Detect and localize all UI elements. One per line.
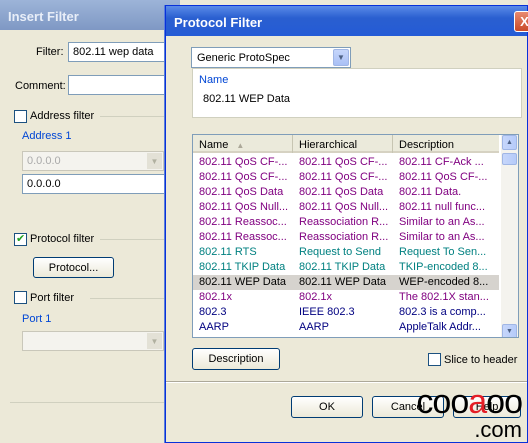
close-icon[interactable]: X [514, 11, 528, 32]
description-button[interactable]: Description [192, 348, 280, 370]
protocol-filter-dialog: Protocol Filter X Generic ProtoSpec ▼ Na… [165, 5, 528, 443]
comment-label: Comment: [15, 80, 66, 92]
cell-description: The 802.1X stan... [399, 291, 489, 303]
cell-hierarchical: 802.11 QoS Data [299, 186, 384, 198]
cell-hierarchical: 802.11 WEP Data [299, 276, 387, 288]
column-name-header[interactable]: Name ▲ [193, 135, 293, 153]
watermark-line2: .com [474, 417, 522, 442]
bottom-divider [10, 402, 180, 403]
address1-input[interactable]: 0.0.0.0 [22, 174, 172, 194]
table-row[interactable]: 802.1x 802.1x The 802.1X stan... [193, 290, 499, 305]
cell-hierarchical: 802.1x [299, 291, 333, 303]
cell-name: 802.11 TKIP Data [199, 261, 286, 273]
cell-hierarchical: IEEE 802.3 [299, 306, 355, 318]
address1-label: Address 1 [22, 130, 72, 142]
name-value: 802.11 WEP Data [203, 93, 291, 105]
insert-filter-dialog: Insert Filter Filter: 802.11 wep data Co… [0, 0, 180, 443]
filter-label: Filter: [36, 46, 64, 58]
column-name-label: Name [199, 139, 229, 151]
cell-name: 802.11 QoS Data [199, 186, 284, 198]
cell-name: AARP [199, 321, 229, 333]
cell-hierarchical: AARP [299, 321, 329, 333]
cell-hierarchical: 802.11 TKIP Data [299, 261, 386, 273]
table-row[interactable]: 802.11 QoS Null... 802.11 QoS Null... 802.… [193, 200, 499, 215]
address1-select-value: 0.0.0.0 [27, 155, 61, 167]
cell-hierarchical: 802.11 QoS Null... [299, 201, 389, 213]
port-filter-checkbox[interactable] [14, 291, 27, 304]
protocol-filter-titlebar: Protocol Filter [166, 6, 527, 36]
table-row-selected[interactable]: 802.11 WEP Data 802.11 WEP Data WEP-encode… [193, 275, 499, 290]
table-row[interactable]: AARP AARP AppleTalk Addr... [193, 320, 499, 335]
sort-ascending-icon: ▲ [236, 141, 245, 150]
table-row[interactable]: 802.11 QoS Data 802.11 QoS Data 802.11 Dat… [193, 185, 499, 200]
cell-description: Similar to an As... [399, 216, 485, 228]
chevron-down-icon: ▼ [147, 153, 162, 169]
cell-description: WEP-encoded 8... [399, 276, 489, 288]
table-row[interactable]: 802.11 Reassoc... Reassociation R... Simil… [193, 215, 499, 230]
scroll-thumb[interactable] [502, 153, 517, 165]
protocol-filter-title: Protocol Filter [174, 15, 263, 30]
address-filter-label: Address filter [30, 110, 95, 122]
cell-name: 802.3 [199, 306, 227, 318]
cell-name: 802.11 RTS [199, 246, 257, 258]
cell-name: 802.11 Reassoc... [199, 216, 287, 228]
port1-label: Port 1 [22, 313, 52, 325]
chevron-down-icon: ▼ [147, 333, 162, 349]
slice-to-header-label: Slice to header [444, 354, 518, 366]
table-row[interactable]: 802.11 Reassoc... Reassociation R... Simil… [193, 230, 499, 245]
cell-name: 802.11 QoS CF-... [199, 171, 288, 183]
protocol-button[interactable]: Protocol... [33, 257, 114, 278]
port1-select: ▼ [22, 331, 164, 351]
protocol-list-header: Name ▲ Hierarchical Description [193, 135, 499, 153]
cell-description: TKIP-encoded 8... [399, 261, 488, 273]
name-label: Name [199, 74, 229, 86]
table-row[interactable]: 802.11 QoS CF-... 802.11 QoS CF-... 802.11… [193, 155, 499, 170]
cell-description: 802.11 QoS CF-... [399, 171, 488, 183]
scroll-up-icon[interactable]: ▲ [502, 135, 517, 150]
comment-input[interactable] [68, 75, 178, 95]
protocol-filter-label: Protocol filter [30, 233, 95, 245]
cell-name: 802.11 QoS Null... [199, 201, 289, 213]
cell-description: AppleTalk Addr... [399, 321, 481, 333]
slice-to-header-checkbox[interactable] [428, 353, 441, 366]
address-filter-checkbox[interactable] [14, 110, 27, 123]
cell-hierarchical: 802.11 QoS CF-... [299, 171, 388, 183]
name-display: Name 802.11 WEP Data [192, 68, 522, 118]
cell-hierarchical: Request to Send [299, 246, 381, 258]
cell-description: 802.11 Data. [399, 186, 462, 198]
address1-select: 0.0.0.0 ▼ [22, 151, 164, 171]
list-scrollbar[interactable]: ▲ ▼ [501, 135, 518, 337]
cell-name: 802.1x [199, 291, 233, 303]
filter-name-input[interactable]: 802.11 wep data [68, 42, 178, 62]
chevron-down-icon[interactable]: ▼ [333, 49, 349, 66]
scroll-down-icon[interactable]: ▼ [502, 324, 517, 337]
column-description-header[interactable]: Description [393, 135, 499, 153]
protospec-select[interactable]: Generic ProtoSpec ▼ [191, 47, 351, 68]
cell-description: Request To Sen... [399, 246, 487, 258]
watermark-logo: cooaoo .com [416, 383, 523, 442]
column-hierarchical-header[interactable]: Hierarchical [293, 135, 393, 153]
cell-hierarchical: Reassociation R... [299, 231, 389, 243]
cell-hierarchical: Reassociation R... [299, 216, 389, 228]
cell-description: Similar to an As... [399, 231, 485, 243]
table-row[interactable]: 802.11 TKIP Data 802.11 TKIP Data TKIP-enc… [193, 260, 499, 275]
cell-name: 802.11 WEP Data [199, 276, 287, 288]
protospec-select-value: Generic ProtoSpec [197, 52, 290, 64]
cell-name: 802.11 Reassoc... [199, 231, 287, 243]
protocol-list[interactable]: Name ▲ Hierarchical Description 802.11 Qo… [192, 134, 519, 338]
cell-description: 802.3 is a comp... [399, 306, 486, 318]
protocol-filter-checkbox[interactable] [14, 232, 27, 246]
cell-description: 802.11 null func... [399, 201, 486, 213]
table-row[interactable]: 802.3 IEEE 802.3 802.3 is a comp... [193, 305, 499, 320]
watermark-line1: cooaoo [416, 383, 523, 421]
insert-filter-title: Insert Filter [0, 0, 180, 30]
ok-button[interactable]: OK [291, 396, 363, 418]
table-row[interactable]: 802.11 QoS CF-... 802.11 QoS CF-... 802.11… [193, 170, 499, 185]
cell-name: 802.11 QoS CF-... [199, 156, 288, 168]
table-row[interactable]: 802.11 RTS Request to Send Request To Sen.… [193, 245, 499, 260]
port-filter-label: Port filter [30, 292, 75, 304]
cell-hierarchical: 802.11 QoS CF-... [299, 156, 388, 168]
cell-description: 802.11 CF-Ack ... [399, 156, 484, 168]
